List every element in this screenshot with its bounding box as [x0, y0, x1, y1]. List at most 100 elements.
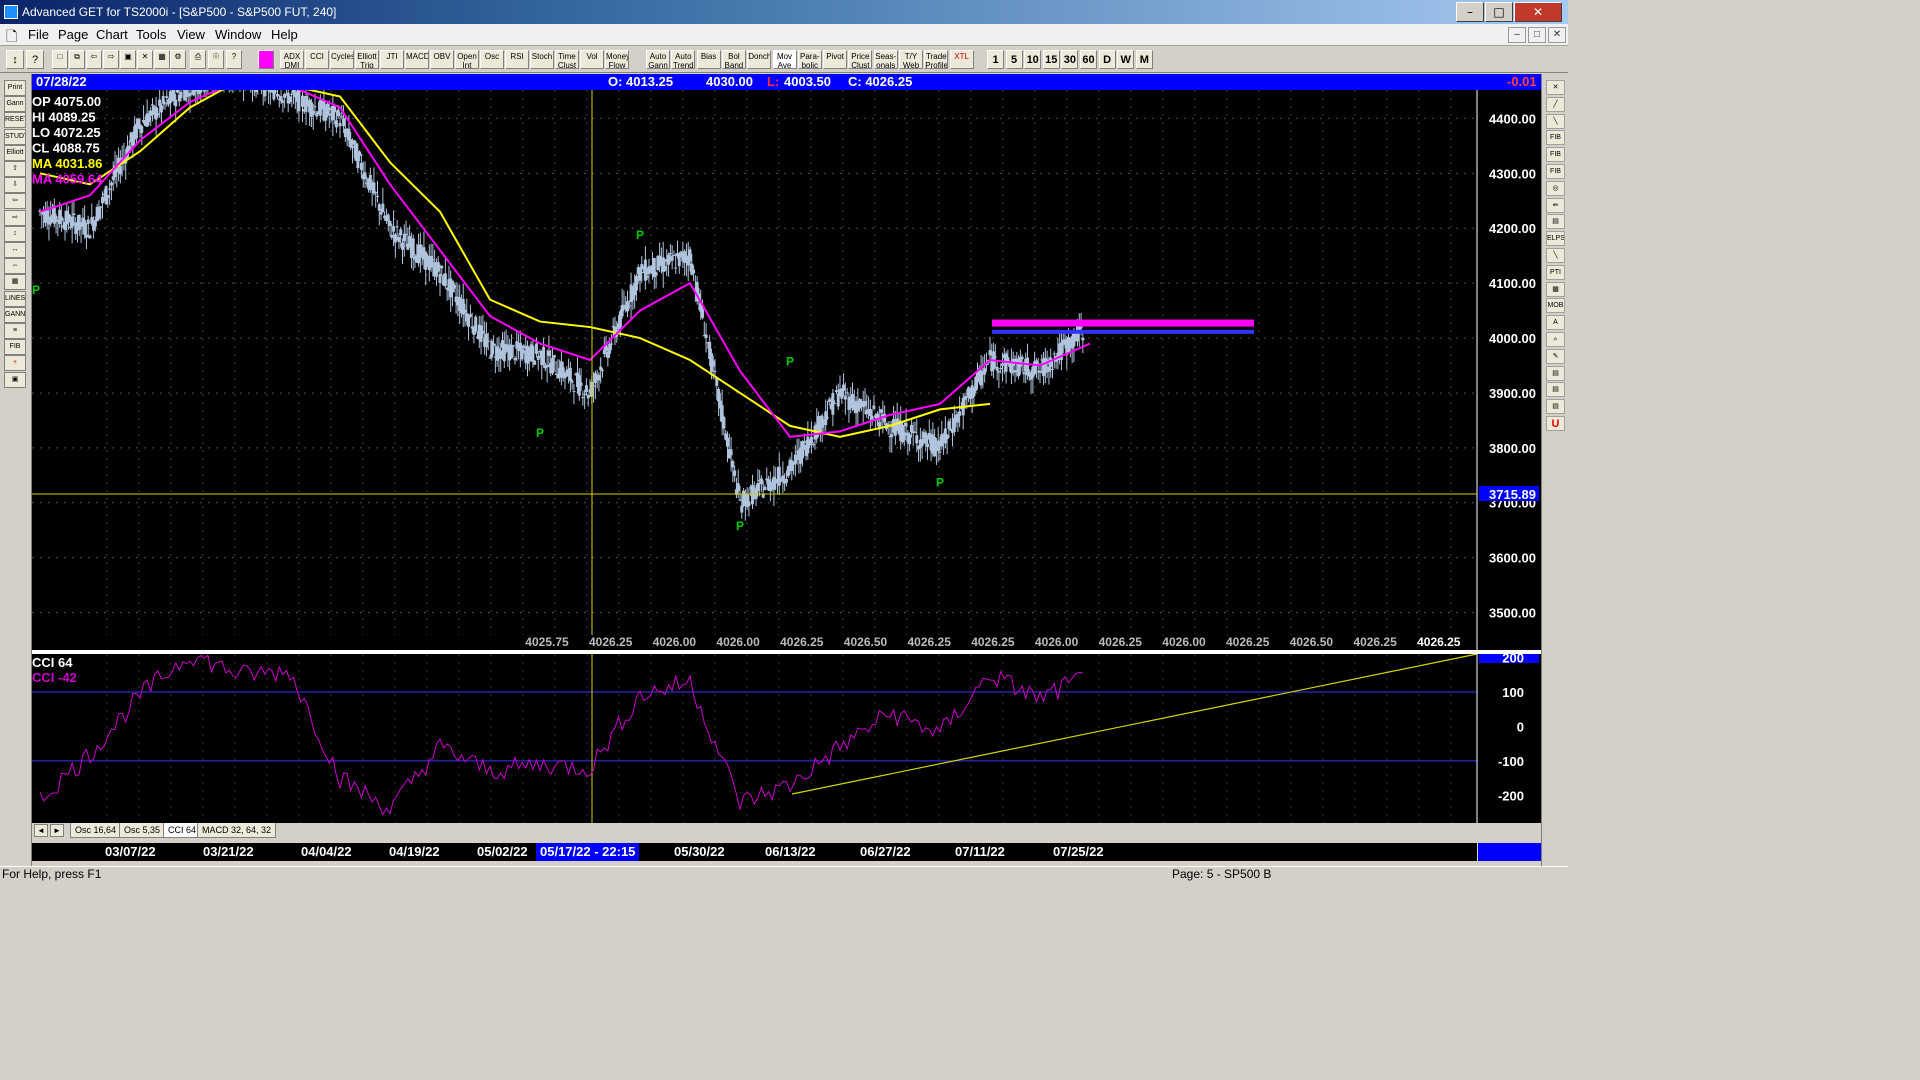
copy-icon[interactable]: ⧉ [69, 50, 85, 69]
print-icon[interactable]: ⎙ [190, 50, 206, 69]
lightbulb-icon[interactable]: ☉ [208, 50, 224, 69]
menu-help[interactable]: Help [271, 27, 298, 42]
left-tool-18[interactable]: ▣ [4, 371, 26, 388]
new-page-icon[interactable]: □ [52, 50, 68, 69]
cci-chart[interactable]: 200 100 0 -100 -200 CCI 64CCI -42 [32, 650, 1541, 823]
right-tool-15[interactable]: ⌕ [1546, 332, 1565, 347]
indicator-button-5[interactable]: MACD [405, 50, 429, 69]
menu-window[interactable]: Window [215, 27, 261, 42]
color-swatch[interactable] [258, 50, 274, 69]
timeframe-button-6[interactable]: D [1098, 50, 1116, 69]
left-tool-0[interactable]: Print [4, 80, 26, 96]
study-button-8[interactable]: Price Clust [848, 50, 873, 69]
cci-panel[interactable]: 200 100 0 -100 -200 CCI 64 CCI -42 [32, 650, 1541, 823]
right-tool-12[interactable]: ▦ [1546, 281, 1565, 297]
indicator-button-6[interactable]: OBV [430, 50, 454, 69]
right-tool-3[interactable]: FIB RET [1546, 130, 1565, 146]
study-button-2[interactable]: Bias [696, 50, 721, 69]
close-button[interactable]: ✕ [1514, 2, 1562, 22]
menu-file[interactable]: File [28, 27, 49, 42]
study-button-0[interactable]: Auto Gann [646, 50, 670, 69]
right-tool-0[interactable]: ✕ [1546, 80, 1565, 95]
menu-chart[interactable]: Chart [96, 27, 128, 42]
right-tool-18[interactable]: ▤ [1546, 382, 1565, 398]
left-tool-2[interactable]: RESET [4, 112, 26, 129]
arrow-left-icon[interactable]: ⇦ [86, 50, 102, 69]
minimize-button[interactable]: – [1456, 2, 1484, 22]
right-tool-19[interactable]: ▤ [1546, 399, 1565, 415]
study-button-4[interactable]: Donch [747, 50, 772, 69]
left-tool-5[interactable]: ⇧ [4, 161, 26, 177]
indicator-button-11[interactable]: Time Clust [555, 50, 579, 69]
right-tool-9[interactable]: ELPS [1546, 231, 1565, 247]
tab-next-button[interactable]: ► [50, 824, 64, 837]
right-tool-7[interactable]: ⇚ [1546, 197, 1565, 213]
study-button-7[interactable]: Pivot [823, 50, 848, 69]
indicator-button-0[interactable]: ADX DMI [280, 50, 304, 69]
left-tool-16[interactable]: FIB [4, 339, 26, 356]
timeframe-button-8[interactable]: M [1135, 50, 1153, 69]
right-tool-16[interactable]: ✎ [1546, 348, 1565, 364]
tab-prev-button[interactable]: ◄ [34, 824, 48, 837]
tab-cci-64[interactable]: CCI 64 [163, 823, 202, 838]
indicator-button-1[interactable]: CCI [305, 50, 329, 69]
right-tool-6[interactable]: ◎ [1546, 180, 1565, 196]
window-icon[interactable]: ▣ [120, 50, 136, 69]
mdi-restore-button[interactable]: □ [1528, 27, 1546, 43]
indicator-button-8[interactable]: Osc [480, 50, 504, 69]
left-tool-13[interactable]: LINES [4, 290, 26, 307]
indicator-button-9[interactable]: RSI [505, 50, 529, 69]
pointer-tool-icon[interactable]: ↕ [6, 50, 24, 69]
indicator-button-3[interactable]: Elliott Trig [355, 50, 379, 69]
arrow-right-icon[interactable]: ⇨ [103, 50, 119, 69]
indicator-button-2[interactable]: Cycles [330, 50, 354, 69]
left-tool-14[interactable]: GANN [4, 306, 26, 323]
indicator-button-10[interactable]: Stoch [530, 50, 554, 69]
right-tool-1[interactable]: ╱ [1546, 96, 1565, 112]
left-tool-10[interactable]: ↔ [4, 242, 26, 258]
tab-osc-16-64[interactable]: Osc 16,64 [70, 823, 122, 838]
price-chart[interactable]: 4400.00 4300.00 4200.00 4100.00 4000.00 3900.… [32, 51, 1541, 650]
delete-icon[interactable]: ✕ [137, 50, 153, 69]
left-tool-3[interactable]: STUDY [4, 128, 26, 145]
help-pointer-icon[interactable]: ? [26, 50, 44, 69]
timeframe-button-0[interactable]: 1 [987, 50, 1004, 69]
mdi-close-button[interactable]: ✕ [1548, 27, 1566, 43]
indicator-button-12[interactable]: Vol [580, 50, 604, 69]
settings-icon[interactable]: ⚙ [170, 50, 186, 69]
menu-tools[interactable]: Tools [136, 27, 166, 42]
left-tool-9[interactable]: ↕ [4, 225, 26, 242]
indicator-button-4[interactable]: JTI [380, 50, 404, 69]
left-tool-7[interactable]: ⇦ [4, 193, 26, 210]
right-tool-8[interactable]: ▤ [1546, 214, 1565, 230]
left-tool-6[interactable]: ⇩ [4, 177, 26, 194]
study-button-11[interactable]: Trade Profile [924, 50, 949, 69]
right-tool-17[interactable]: ▤ [1546, 365, 1565, 381]
tab-macd[interactable]: MACD 32, 64, 32 [197, 823, 277, 838]
right-tool-5[interactable]: FIB TIME [1546, 164, 1565, 179]
left-tool-15[interactable]: ≡ [4, 323, 26, 339]
left-tool-12[interactable]: ▦ [4, 274, 26, 291]
mdi-minimize-button[interactable]: – [1508, 27, 1526, 43]
grid-icon[interactable]: ▦ [154, 50, 170, 69]
study-button-6[interactable]: Para-bolic [797, 50, 822, 69]
menu-view[interactable]: View [177, 27, 205, 42]
timeframe-button-7[interactable]: W [1117, 50, 1135, 69]
right-tool-10[interactable]: ╲ [1546, 248, 1565, 263]
indicator-button-13[interactable]: Money Flow [605, 50, 629, 69]
timeframe-button-5[interactable]: 60 [1080, 50, 1097, 69]
right-tool-13[interactable]: MOB [1546, 298, 1565, 314]
left-tool-11[interactable]: ⇔ [4, 258, 26, 275]
indicator-button-7[interactable]: Open Int [455, 50, 479, 69]
context-help-icon[interactable]: ? [226, 50, 242, 69]
maximize-button[interactable]: □ [1485, 2, 1513, 22]
menu-page[interactable]: Page [58, 27, 88, 42]
timeframe-button-3[interactable]: 15 [1042, 50, 1060, 69]
study-button-3[interactable]: Bol Band [721, 50, 746, 69]
study-button-5[interactable]: Mov Ave [772, 50, 797, 69]
right-tool-14[interactable]: A [1546, 315, 1565, 331]
tab-osc-5-35[interactable]: Osc 5,35 [119, 823, 166, 838]
right-tool-20[interactable]: U [1546, 416, 1565, 431]
timeframe-button-1[interactable]: 5 [1005, 50, 1023, 69]
left-tool-17[interactable]: + [4, 355, 26, 372]
